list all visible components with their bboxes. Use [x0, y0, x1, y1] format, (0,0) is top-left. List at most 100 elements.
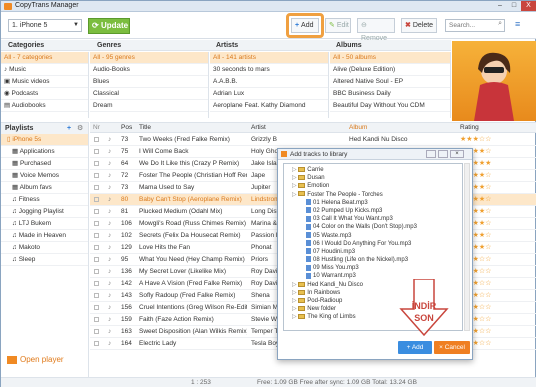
tree-folder[interactable]: ▷ Carrie: [284, 166, 462, 174]
device-item[interactable]: ▯ iPhone 5s: [1, 134, 88, 146]
remove-button[interactable]: ⊖ Remove: [357, 18, 395, 42]
col-num[interactable]: Nr: [93, 124, 100, 131]
row-checkbox[interactable]: [94, 281, 99, 286]
row-checkbox[interactable]: [94, 269, 99, 274]
list-item[interactable]: Aeroplane Feat. Kathy Diamond: [210, 100, 328, 112]
row-checkbox[interactable]: [94, 245, 99, 250]
row-checkbox[interactable]: [94, 197, 99, 202]
row-checkbox[interactable]: [94, 317, 99, 322]
menu-icon[interactable]: ≡: [515, 20, 524, 29]
list-item[interactable]: Altered Native Soul - EP: [330, 76, 450, 88]
minimize-button[interactable]: –: [493, 1, 507, 11]
close-window-button[interactable]: X: [521, 1, 536, 11]
dialog-add-button[interactable]: + Add: [398, 341, 432, 354]
tree-folder[interactable]: ▷ Foster The People - Torches: [284, 191, 462, 199]
tree-file[interactable]: 09 Miss You.mp3: [284, 264, 462, 272]
col-pos[interactable]: Pos: [121, 124, 132, 131]
tree-file[interactable]: 01 Helena Beat.mp3: [284, 199, 462, 207]
row-checkbox[interactable]: [94, 341, 99, 346]
list-item[interactable]: ◉ Podcasts: [1, 88, 88, 100]
star-icon[interactable]: ☆: [485, 280, 491, 287]
row-checkbox[interactable]: [94, 149, 99, 154]
col-artist[interactable]: Artist: [251, 124, 266, 131]
dialog-minimize-button[interactable]: [426, 150, 436, 158]
playlist-item[interactable]: ♫ Jogging Playlist: [1, 206, 88, 218]
playlist-item[interactable]: ▦ Applications: [1, 146, 88, 158]
tree-file[interactable]: 03 Call It What You Want.mp3: [284, 215, 462, 223]
playlist-item[interactable]: ▦ Voice Memos: [1, 170, 88, 182]
row-checkbox[interactable]: [94, 185, 99, 190]
star-icon[interactable]: ☆: [485, 316, 491, 323]
add-playlist-icon[interactable]: +: [67, 123, 71, 134]
star-icon[interactable]: ☆: [485, 304, 491, 311]
rating-stars[interactable]: ★★★☆☆: [460, 134, 491, 145]
playlist-item[interactable]: ▦ Purchased: [1, 158, 88, 170]
playlist-item[interactable]: ♫ Makoto: [1, 242, 88, 254]
col-title[interactable]: Title: [139, 124, 151, 131]
star-icon[interactable]: ☆: [485, 196, 491, 203]
row-checkbox[interactable]: [94, 173, 99, 178]
list-item[interactable]: Adrian Lux: [210, 88, 328, 100]
star-icon[interactable]: ☆: [485, 172, 491, 179]
star-icon[interactable]: ☆: [485, 184, 491, 191]
add-button[interactable]: + Add: [291, 18, 319, 33]
list-item[interactable]: ▤ Audiobooks: [1, 100, 88, 112]
star-icon[interactable]: ☆: [485, 268, 491, 275]
star-icon[interactable]: ☆: [485, 292, 491, 299]
list-item[interactable]: 30 seconds to mars: [210, 64, 328, 76]
tree-file[interactable]: 08 Hustling (Life on the Nickel).mp3: [284, 256, 462, 264]
list-item[interactable]: All - 7 categories: [1, 52, 88, 64]
list-item[interactable]: ♪ Music: [1, 64, 88, 76]
playlist-item[interactable]: ▦ Album favs: [1, 182, 88, 194]
list-item[interactable]: All - 95 genres: [90, 52, 208, 64]
star-icon[interactable]: ☆: [485, 244, 491, 251]
playlist-item[interactable]: ♫ LTJ Bukem: [1, 218, 88, 230]
star-icon[interactable]: ★: [485, 160, 491, 167]
star-icon[interactable]: ☆: [485, 136, 491, 143]
edit-button[interactable]: ✎ Edit: [325, 18, 351, 33]
playlist-item[interactable]: ♫ Made in Heaven: [1, 230, 88, 242]
row-checkbox[interactable]: [94, 209, 99, 214]
col-album[interactable]: Album: [349, 124, 367, 131]
playlist-item[interactable]: ♫ Sleep: [1, 254, 88, 266]
search-box[interactable]: ⌕: [445, 19, 505, 32]
list-item[interactable]: All - 141 artists: [210, 52, 328, 64]
tree-file[interactable]: 02 Pumped Up Kicks.mp3: [284, 207, 462, 215]
tree-file[interactable]: 05 Waste.mp3: [284, 231, 462, 240]
dialog-maximize-button[interactable]: [438, 150, 448, 158]
tree-file[interactable]: 04 Color on the Walls (Don't Stop).mp3: [284, 223, 462, 231]
tree-file[interactable]: 06 I Would Do Anything For You.mp3: [284, 240, 462, 248]
device-select[interactable]: 1. iPhone 5 ▼: [8, 19, 82, 32]
open-player-button[interactable]: Open player: [7, 352, 83, 367]
list-item[interactable]: A.A.B.B.: [210, 76, 328, 88]
tree-folder[interactable]: ▷ Emotion: [284, 182, 462, 190]
row-checkbox[interactable]: [94, 137, 99, 142]
maximize-button[interactable]: □: [507, 1, 521, 11]
list-item[interactable]: Beautiful Day Without You CDM: [330, 100, 450, 112]
table-row[interactable]: ♪ 73 Two Weeks (Fred Falke Remix) Grizzly B…: [90, 134, 536, 146]
row-checkbox[interactable]: [94, 293, 99, 298]
col-rating[interactable]: Rating: [460, 124, 479, 131]
search-input[interactable]: [446, 20, 494, 31]
list-item[interactable]: Blues: [90, 76, 208, 88]
delete-button[interactable]: ✖ Delete: [401, 18, 437, 33]
playlist-item[interactable]: ♫ Fitness: [1, 194, 88, 206]
settings-icon[interactable]: ⚙: [77, 123, 83, 134]
row-checkbox[interactable]: [94, 257, 99, 262]
star-icon[interactable]: ☆: [485, 220, 491, 227]
list-item[interactable]: BBC Business Daily: [330, 88, 450, 100]
list-item[interactable]: All - 50 albums: [330, 52, 450, 64]
tree-scrollbar[interactable]: [464, 163, 470, 331]
star-icon[interactable]: ☆: [485, 232, 491, 239]
row-checkbox[interactable]: [94, 221, 99, 226]
row-checkbox[interactable]: [94, 233, 99, 238]
dialog-cancel-button[interactable]: × Cancel: [434, 341, 470, 354]
list-item[interactable]: ▣ Music videos: [1, 76, 88, 88]
row-checkbox[interactable]: [94, 329, 99, 334]
star-icon[interactable]: ☆: [485, 256, 491, 263]
star-icon[interactable]: ☆: [485, 328, 491, 335]
tree-folder[interactable]: ▷ Dusan: [284, 174, 462, 182]
row-checkbox[interactable]: [94, 305, 99, 310]
row-checkbox[interactable]: [94, 161, 99, 166]
update-button[interactable]: ⟳ Update: [88, 18, 130, 34]
